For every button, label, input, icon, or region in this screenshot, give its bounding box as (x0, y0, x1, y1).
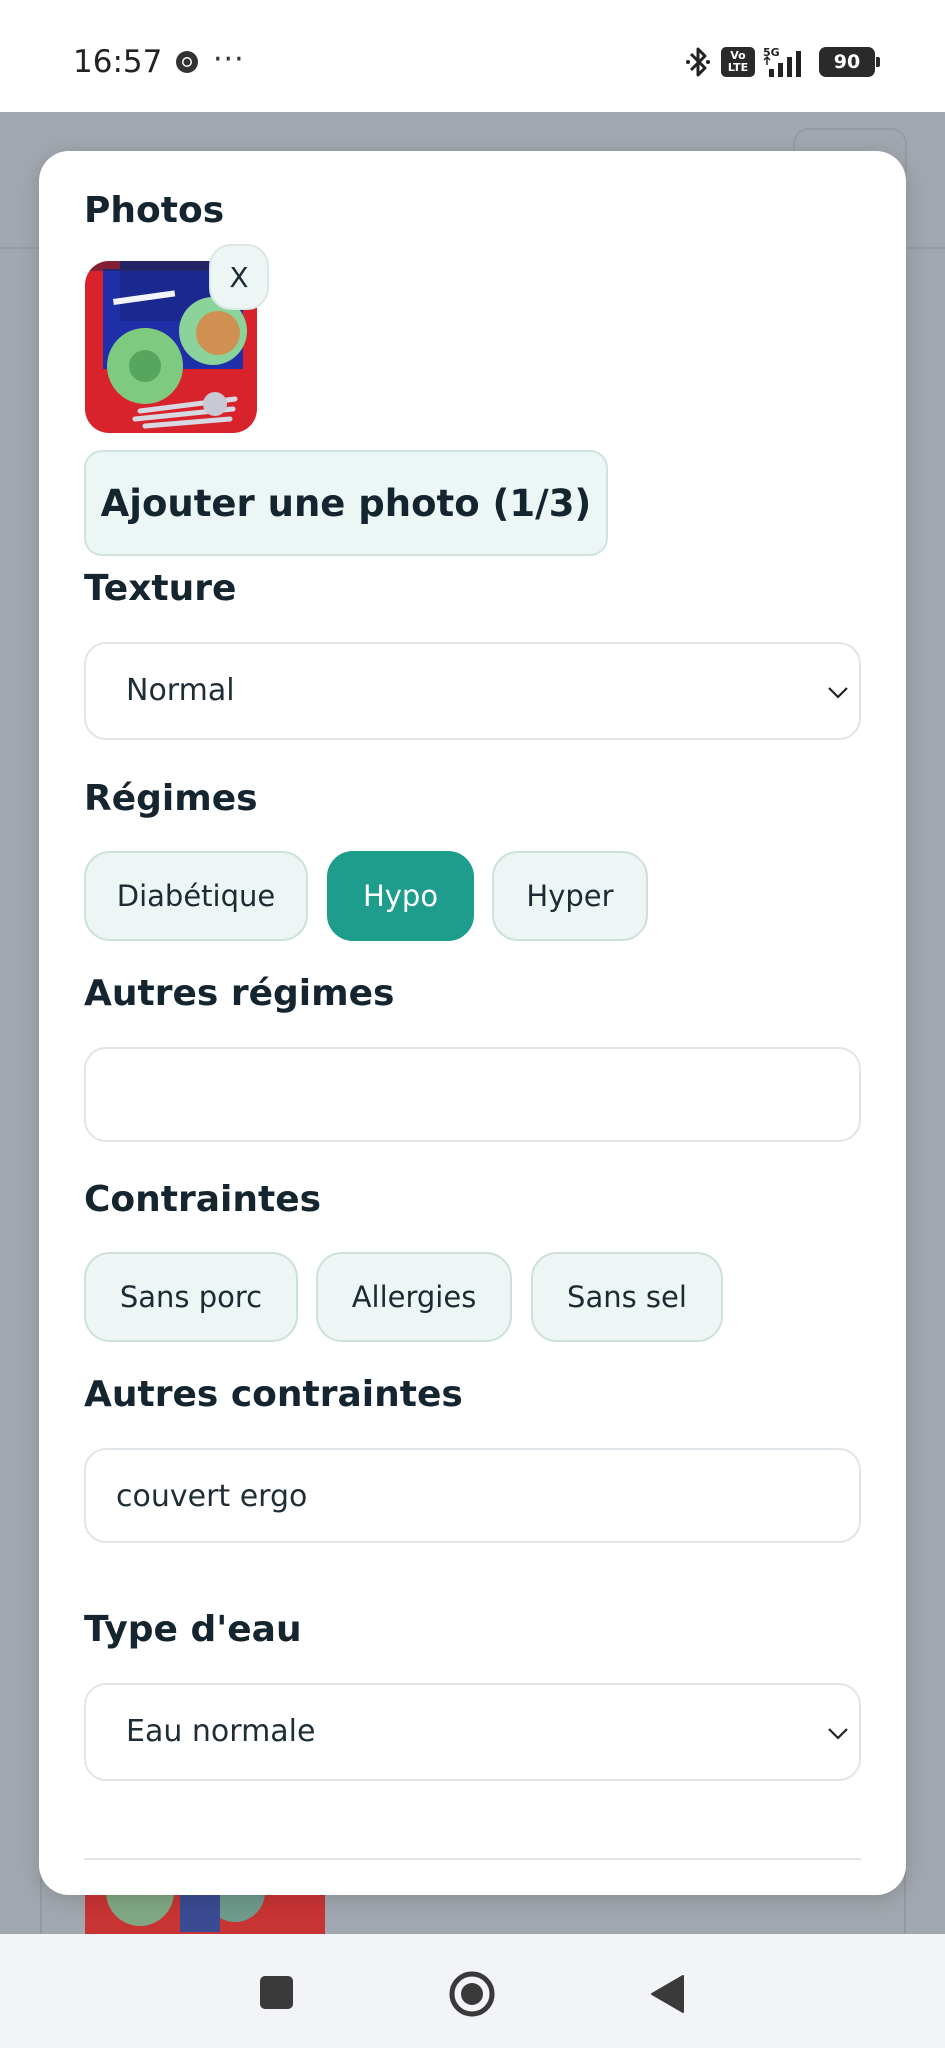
autres-contraintes-value: couvert ergo (116, 1479, 308, 1514)
close-icon: X (229, 260, 249, 294)
home-icon[interactable] (448, 1970, 496, 2018)
regimes-label: Régimes (84, 778, 258, 819)
overflow-icon: ··· (213, 42, 245, 77)
recent-apps-icon[interactable] (260, 1976, 293, 2009)
battery-level: 90 (833, 51, 861, 73)
autres-regimes-label: Autres régimes (84, 973, 395, 1014)
meal-preferences-modal: Photos X Ajouter une photo (1/3) Texture… (39, 151, 906, 1895)
battery-icon: 90 (819, 47, 880, 77)
backdrop-photo (85, 1892, 325, 1934)
status-bar: 16:57 ··· Vo LTE 5G 90 (0, 0, 945, 112)
photos-label: Photos (84, 190, 225, 231)
chevron-down-icon (828, 687, 848, 699)
texture-select[interactable]: Normal (84, 642, 861, 740)
chip-sans-sel[interactable]: Sans sel (531, 1252, 723, 1342)
contraintes-label: Contraintes (84, 1179, 322, 1220)
chip-allergies[interactable]: Allergies (316, 1252, 512, 1342)
add-photo-button[interactable]: Ajouter une photo (1/3) (84, 450, 608, 556)
chip-sans-porc[interactable]: Sans porc (84, 1252, 298, 1342)
chrome-icon (176, 51, 198, 73)
texture-label: Texture (84, 568, 237, 609)
system-navigation-bar (0, 1934, 945, 2048)
volte-bottom-label: LTE (727, 61, 749, 74)
back-icon[interactable] (649, 1974, 685, 2014)
texture-selected-value: Normal (126, 673, 235, 708)
type-eau-select[interactable]: Eau normale (84, 1683, 861, 1781)
autres-contraintes-input[interactable]: couvert ergo (84, 1448, 861, 1543)
autres-regimes-input[interactable] (84, 1047, 861, 1142)
modal-footer-divider (84, 1858, 861, 1860)
autres-contraintes-label: Autres contraintes (84, 1374, 463, 1415)
chip-hypo[interactable]: Hypo (327, 851, 474, 941)
bluetooth-icon (686, 47, 710, 77)
chip-diabetique[interactable]: Diabétique (84, 851, 308, 941)
status-icons: Vo LTE 5G 90 (683, 44, 880, 80)
chip-hyper[interactable]: Hyper (492, 851, 648, 941)
signal-icon: 5G (763, 46, 801, 77)
type-eau-label: Type d'eau (84, 1609, 302, 1650)
remove-photo-button[interactable]: X (209, 244, 269, 310)
status-time: 16:57 (73, 44, 163, 80)
chevron-down-icon (828, 1728, 848, 1740)
type-eau-selected-value: Eau normale (126, 1714, 316, 1749)
network-label: 5G (763, 46, 780, 59)
volte-icon: Vo LTE (721, 47, 755, 77)
